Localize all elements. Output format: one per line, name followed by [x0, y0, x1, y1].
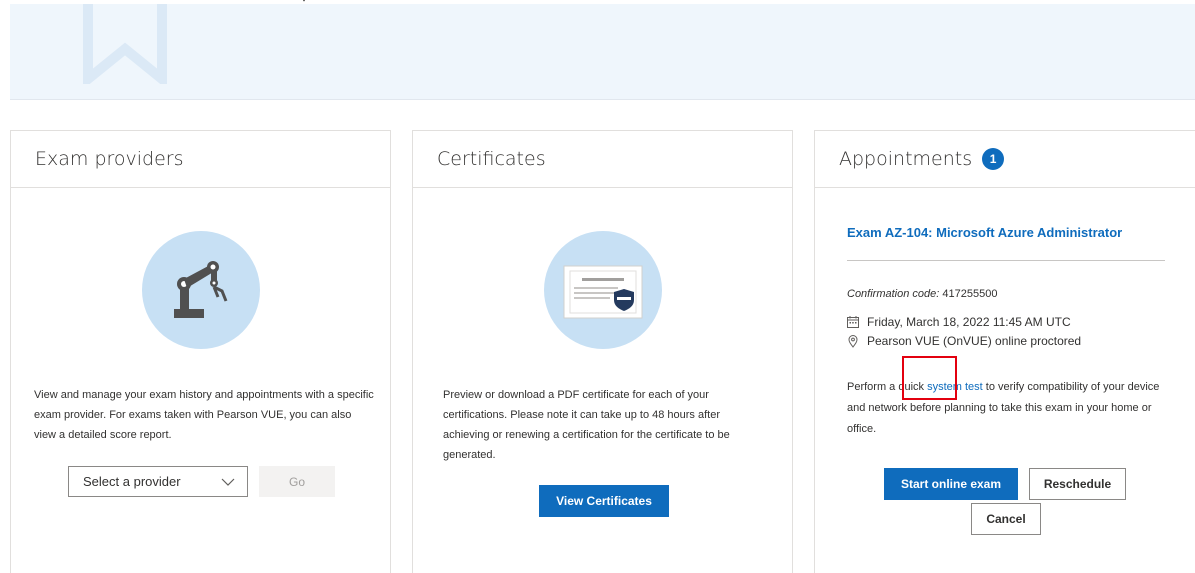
provider-select-value: Select a provider [83, 474, 181, 489]
system-test-link[interactable]: system test [927, 381, 983, 393]
appointments-title: Appointments [839, 148, 973, 170]
hero-banner [10, 4, 1195, 100]
appointment-location-row: Pearson VUE (OnVUE) online proctored [847, 334, 1081, 348]
card-title: Exam providers [11, 131, 390, 188]
exam-providers-description: View and manage your exam history and ap… [34, 389, 374, 441]
certificates-card: Certificates Preview or download a PDF c… [412, 130, 793, 573]
appointment-location: Pearson VUE (OnVUE) online proctored [867, 334, 1082, 348]
exam-providers-card: Exam providers View and manage your exam… [10, 130, 391, 573]
cancel-button[interactable]: Cancel [971, 503, 1041, 535]
card-title: Appointments 1 [815, 131, 1195, 188]
calendar-icon [847, 316, 859, 328]
appointments-card: Appointments 1 Exam AZ-104: Microsoft Az… [814, 130, 1195, 573]
confirmation-label: Confirmation code: [847, 288, 940, 300]
robot-arm-icon [141, 231, 260, 349]
start-online-exam-button[interactable]: Start online exam [884, 468, 1018, 500]
card-title: Certificates [413, 131, 792, 188]
reschedule-button[interactable]: Reschedule [1029, 468, 1126, 500]
appointment-date: Friday, March 18, 2022 11:45 AM UTC [867, 315, 1071, 329]
confirmation-code: Confirmation code: 417255500 [847, 288, 997, 300]
appointments-count-badge: 1 [982, 148, 1005, 170]
desc-before: Perform a quick [847, 381, 928, 393]
certificates-description: Preview or download a PDF certificate fo… [443, 389, 730, 461]
provider-select[interactable]: Select a provider [68, 466, 248, 497]
system-test-description: Perform a quick system test to verify co… [847, 377, 1177, 440]
bookmark-icon [83, 4, 167, 84]
appointment-date-row: Friday, March 18, 2022 11:45 AM UTC [847, 315, 1071, 329]
go-button[interactable]: Go [259, 466, 335, 497]
confirmation-value: 417255500 [942, 288, 998, 300]
location-pin-icon [848, 334, 858, 348]
certificates-title: Certificates [437, 148, 546, 170]
chevron-down-icon [221, 478, 235, 486]
exam-title-link[interactable]: Exam AZ-104: Microsoft Azure Administrat… [847, 225, 1122, 240]
divider [847, 260, 1165, 261]
certificate-icon [543, 231, 662, 349]
exam-providers-title: Exam providers [35, 148, 184, 170]
view-certificates-button[interactable]: View Certificates [539, 485, 669, 517]
